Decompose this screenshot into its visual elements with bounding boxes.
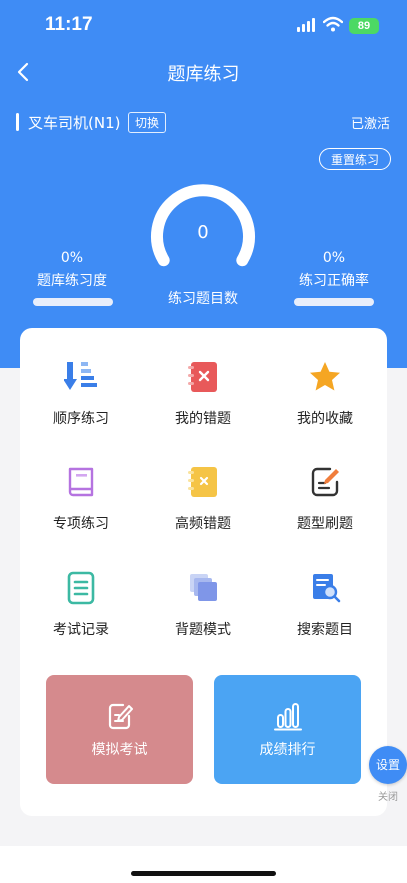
grid-item-label: 背题模式 <box>175 622 231 638</box>
record-list-icon <box>67 571 95 605</box>
accuracy-value: 0% <box>322 250 346 266</box>
bank-progress-value: 0% <box>60 250 84 266</box>
mock-exam-button[interactable]: 模拟考试 <box>46 675 193 784</box>
grid-item-label: 考试记录 <box>53 622 109 638</box>
accuracy-progress-bar <box>294 298 374 306</box>
bank-progress-label: 题库练习度 <box>37 273 107 289</box>
grid-item-my-wrong-questions[interactable]: 我的错题 <box>142 328 264 427</box>
close-floating-button[interactable]: 关闭 <box>369 788 407 803</box>
status-time: 11:17 <box>45 14 93 35</box>
wrong-questions-icon <box>188 362 217 392</box>
status-bar: 11:17 89 <box>0 0 407 50</box>
grid-item-label: 专项练习 <box>53 516 109 532</box>
book-icon <box>68 467 94 497</box>
home-indicator <box>131 871 276 876</box>
vehicle-name: 叉车司机(N1) <box>28 114 121 132</box>
switch-vehicle-button[interactable]: 切换 <box>128 112 167 133</box>
grid-item-label: 高频错题 <box>175 516 231 532</box>
grid-item-sequence-practice[interactable]: 顺序练习 <box>20 328 142 427</box>
edit-document-icon <box>311 467 339 497</box>
frequent-errors-icon <box>188 467 217 497</box>
grid-item-exam-records[interactable]: 考试记录 <box>20 539 142 638</box>
accuracy-label: 练习正确率 <box>299 273 369 289</box>
grid-item-memorize-mode[interactable]: 背题模式 <box>142 539 264 638</box>
bank-progress-bar <box>33 298 113 306</box>
grid-item-label: 题型刷题 <box>297 516 353 532</box>
mock-exam-label: 模拟考试 <box>91 742 148 758</box>
cellular-signal-icon <box>297 18 315 32</box>
settings-floating-button[interactable]: 设置 <box>369 746 407 784</box>
grid-item-label: 搜索题目 <box>297 622 353 638</box>
grid-item-search-questions[interactable]: 搜索题目 <box>264 539 386 638</box>
ranking-label: 成绩排行 <box>259 742 316 758</box>
practice-count-value: 0 <box>197 222 209 243</box>
star-icon <box>310 362 340 391</box>
grid-item-label: 顺序练习 <box>53 411 109 427</box>
ranking-button[interactable]: 成绩排行 <box>214 675 361 784</box>
grid-item-question-type-drill[interactable]: 题型刷题 <box>264 433 386 532</box>
nav-bar: 题库练习 <box>0 52 407 92</box>
bar-chart-icon <box>274 703 302 731</box>
grid-item-label: 我的错题 <box>175 411 231 427</box>
grid-item-topic-practice[interactable]: 专项练习 <box>20 433 142 532</box>
page-title: 题库练习 <box>167 64 240 85</box>
activation-status: 已激活 <box>350 117 390 132</box>
wifi-icon <box>323 16 343 32</box>
bottom-area <box>0 846 407 883</box>
cards-icon <box>190 574 217 601</box>
vehicle-marker <box>16 113 19 131</box>
sequence-icon <box>64 362 97 390</box>
grid-item-my-favorites[interactable]: 我的收藏 <box>264 328 386 427</box>
pencil-note-icon <box>108 703 133 730</box>
grid-item-frequent-errors[interactable]: 高频错题 <box>142 433 264 532</box>
grid-item-label: 我的收藏 <box>297 411 353 427</box>
practice-count-label: 练习题目数 <box>168 291 238 307</box>
reset-practice-button[interactable]: 重置练习 <box>319 148 391 170</box>
search-document-icon <box>313 574 341 603</box>
battery-indicator: 89 <box>349 18 379 34</box>
